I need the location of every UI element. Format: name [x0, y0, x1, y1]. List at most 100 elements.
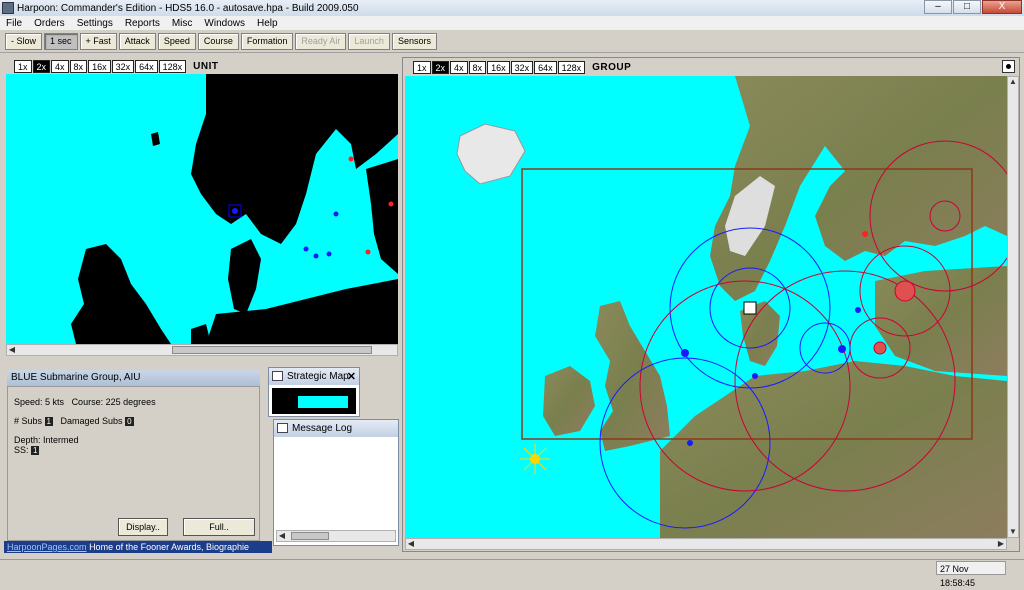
- land-denmark: [228, 239, 261, 314]
- window-title: Harpoon: Commander's Edition - HDS5 16.0…: [17, 2, 359, 14]
- unit-zoom-2x[interactable]: 2x: [32, 59, 51, 73]
- depth-text: Depth: Intermed: [14, 435, 79, 445]
- selected-group-marker: [743, 301, 757, 315]
- fast-button[interactable]: + Fast: [79, 33, 117, 50]
- land-iceland: [456, 123, 526, 185]
- unit-map-hscrollbar[interactable]: ◀: [6, 344, 398, 356]
- scroll-up-arrow[interactable]: ▲: [1008, 77, 1018, 87]
- scroll-left-arrow[interactable]: ◀: [277, 531, 287, 541]
- land-scandinavia: [191, 74, 398, 244]
- unit-zoom-32x[interactable]: 32x: [111, 59, 135, 73]
- attack-button[interactable]: Attack: [118, 33, 156, 50]
- window-icon: [277, 423, 288, 433]
- land-ireland: [543, 366, 595, 436]
- unit-map-panel: 1x 2x 4x 8x 16x 32x 64x 128x UNIT ◀: [4, 57, 400, 359]
- blue-unit-5: [326, 251, 332, 257]
- subs-label: # Subs: [14, 416, 43, 426]
- harpoonpages-link[interactable]: HarpoonPages.com: [7, 542, 87, 552]
- group-map-hscrollbar[interactable]: ◀ ▶: [405, 538, 1007, 550]
- group-map[interactable]: [405, 76, 1007, 538]
- unit-zoom-64x[interactable]: 64x: [135, 59, 158, 73]
- scroll-left-arrow[interactable]: ◀: [7, 345, 17, 355]
- blue-unit-1: [232, 208, 238, 214]
- message-log-content[interactable]: [276, 439, 396, 529]
- ss-value: 1: [31, 446, 40, 455]
- strategic-map-header[interactable]: Strategic Map ✕: [269, 368, 359, 385]
- unit-zoom-8x[interactable]: 8x: [69, 59, 88, 73]
- group-zoom-8x[interactable]: 8x: [468, 60, 487, 74]
- menu-orders[interactable]: Orders: [28, 18, 71, 29]
- close-icon[interactable]: ✕: [347, 369, 356, 386]
- close-button[interactable]: X: [982, 0, 1022, 14]
- menu-help[interactable]: Help: [251, 18, 284, 29]
- maximize-button[interactable]: □: [953, 0, 981, 14]
- toolbar: - Slow 1 sec + Fast Attack Speed Course …: [0, 31, 1024, 53]
- scroll-down-arrow[interactable]: ▼: [1008, 527, 1018, 537]
- group-map-options-button[interactable]: [1002, 60, 1015, 73]
- blue-group-2: [838, 345, 846, 353]
- window-titlebar: Harpoon: Commander's Edition - HDS5 16.0…: [0, 0, 1024, 16]
- blue-unit-4: [313, 253, 319, 259]
- app-icon: [2, 2, 14, 14]
- menu-bar: File Orders Settings Reports Misc Window…: [0, 16, 1024, 30]
- unit-zoom-128x[interactable]: 128x: [158, 59, 187, 73]
- unit-zoom-bar: 1x 2x 4x 8x 16x 32x 64x 128x UNIT: [14, 59, 218, 73]
- unit-zoom-1x[interactable]: 1x: [14, 59, 32, 73]
- message-log-hscrollbar[interactable]: ◀: [276, 530, 396, 542]
- slow-button[interactable]: - Slow: [5, 33, 43, 50]
- course-button[interactable]: Course: [197, 33, 239, 50]
- scroll-right-arrow[interactable]: ▶: [996, 539, 1006, 549]
- strategic-map-view[interactable]: [272, 388, 356, 414]
- group-zoom-64x[interactable]: 64x: [534, 60, 557, 74]
- group-zoom-128x[interactable]: 128x: [557, 60, 586, 74]
- group-zoom-1x[interactable]: 1x: [413, 60, 431, 74]
- info-panel-title: BLUE Submarine Group, AIU: [7, 370, 260, 386]
- land-finland: [366, 159, 398, 274]
- menu-file[interactable]: File: [0, 18, 28, 29]
- strategic-map-title: Strategic Map: [287, 371, 349, 382]
- message-log-scroll-thumb[interactable]: [291, 532, 329, 540]
- strategic-map-window: Strategic Map ✕: [268, 367, 360, 417]
- unit-map-hscroll-thumb[interactable]: [172, 346, 372, 354]
- message-log-title: Message Log: [292, 423, 353, 434]
- speed-button[interactable]: Speed: [157, 33, 196, 50]
- blue-group-5: [687, 440, 693, 446]
- land-islands: [151, 132, 160, 146]
- group-map-label: GROUP: [592, 61, 632, 73]
- display-button[interactable]: Display..: [118, 518, 168, 536]
- launch-button[interactable]: Launch: [348, 33, 390, 50]
- unit-zoom-16x[interactable]: 16x: [88, 59, 111, 73]
- menu-settings[interactable]: Settings: [71, 18, 119, 29]
- scroll-left-arrow[interactable]: ◀: [406, 539, 416, 549]
- blue-group-3: [855, 307, 861, 313]
- group-zoom-32x[interactable]: 32x: [510, 60, 534, 74]
- menu-misc[interactable]: Misc: [166, 18, 199, 29]
- ss-label: SS:: [14, 445, 29, 455]
- range-circle-12: [873, 341, 887, 355]
- sensors-button[interactable]: Sensors: [391, 33, 437, 50]
- blue-group-1: [681, 349, 689, 357]
- blue-group-4: [752, 373, 758, 379]
- message-log-header[interactable]: Message Log: [274, 420, 398, 437]
- formation-button[interactable]: Formation: [240, 33, 294, 50]
- group-zoom-16x[interactable]: 16x: [487, 60, 510, 74]
- damaged-subs-label: Damaged Subs: [60, 416, 123, 426]
- full-button[interactable]: Full..: [183, 518, 255, 536]
- minimize-button[interactable]: –: [924, 0, 952, 14]
- one-sec-button[interactable]: 1 sec: [44, 33, 78, 50]
- group-zoom-2x[interactable]: 2x: [431, 60, 450, 74]
- red-unit-1: [348, 156, 354, 162]
- ready-air-button[interactable]: Ready Air: [295, 33, 347, 50]
- unit-map-graphic: [71, 74, 398, 344]
- blue-unit-3: [303, 246, 309, 252]
- unit-zoom-4x[interactable]: 4x: [51, 59, 69, 73]
- menu-windows[interactable]: Windows: [198, 18, 251, 29]
- game-clock: 27 Nov 18:58:45: [936, 561, 1006, 588]
- window-icon: [272, 371, 283, 381]
- unit-map[interactable]: [6, 74, 398, 344]
- status-bar: 27 Nov 18:58:45: [0, 559, 1024, 588]
- menu-reports[interactable]: Reports: [119, 18, 166, 29]
- group-map-vscrollbar[interactable]: ▲ ▼: [1007, 76, 1019, 538]
- group-map-graphic: [456, 76, 1007, 538]
- group-zoom-4x[interactable]: 4x: [450, 60, 468, 74]
